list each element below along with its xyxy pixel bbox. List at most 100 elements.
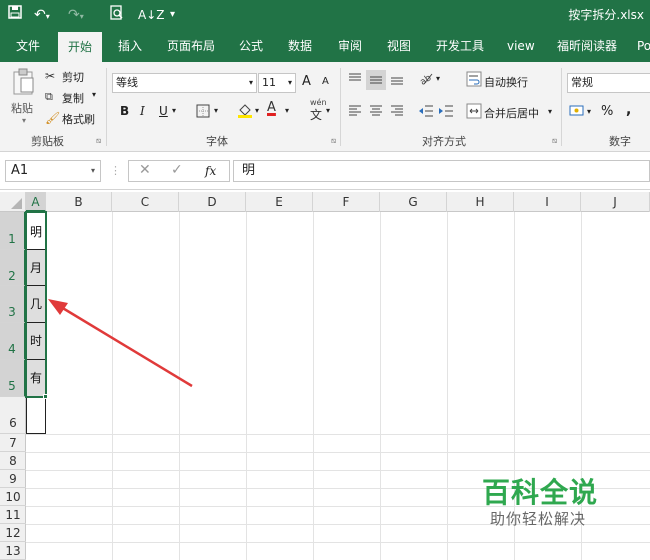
decrease-indent-icon[interactable] (418, 104, 434, 122)
formula-input[interactable]: 明 (233, 160, 650, 182)
row-header-11[interactable]: 11 (0, 506, 26, 524)
paste-icon[interactable] (12, 68, 36, 100)
paste-button[interactable]: 粘贴 (11, 100, 33, 116)
shrink-font-button[interactable]: A (322, 76, 329, 87)
column-header-i[interactable]: I (514, 192, 581, 212)
column-header-c[interactable]: C (112, 192, 179, 212)
underline-button[interactable]: U (159, 104, 168, 118)
tab-po[interactable]: Po (637, 30, 650, 62)
format-painter-button[interactable]: 格式刷 (62, 111, 95, 127)
row-header-8[interactable]: 8 (0, 452, 26, 470)
customize-icon[interactable]: ▾ (170, 5, 175, 25)
orientation-icon[interactable]: ab (418, 70, 434, 90)
italic-button[interactable]: I (140, 104, 145, 118)
cell-a6[interactable] (26, 397, 46, 434)
cell-a1[interactable]: 明 (26, 212, 46, 250)
cancel-icon[interactable]: ✕ (139, 162, 151, 178)
row-header-6[interactable]: 6 (0, 397, 26, 434)
tab-page-layout[interactable]: 页面布局 (167, 30, 215, 62)
wrap-text-icon[interactable] (466, 71, 482, 91)
column-header-j[interactable]: J (581, 192, 650, 212)
percent-button[interactable]: % (601, 104, 613, 119)
merge-center-button[interactable]: 合并后居中 (484, 105, 539, 121)
tab-review[interactable]: 审阅 (338, 30, 362, 62)
redo-icon[interactable]: ↷▾ (68, 5, 84, 27)
column-header-e[interactable]: E (246, 192, 313, 212)
row-header-13[interactable]: 13 (0, 542, 26, 560)
tab-file[interactable]: 文件 (16, 30, 40, 62)
align-right-icon[interactable] (390, 104, 404, 122)
column-header-d[interactable]: D (179, 192, 246, 212)
fill-handle[interactable] (43, 394, 48, 399)
merge-center-icon[interactable] (466, 103, 482, 123)
tab-data[interactable]: 数据 (288, 30, 312, 62)
copy-dropdown-icon[interactable]: ▾ (92, 90, 96, 99)
align-bottom-icon[interactable] (390, 72, 404, 90)
align-top-icon[interactable] (348, 72, 362, 90)
tab-formulas[interactable]: 公式 (239, 30, 263, 62)
row-header-12[interactable]: 12 (0, 524, 26, 542)
row-header-1[interactable]: 1 (0, 212, 26, 250)
borders-dropdown-icon[interactable]: ▾ (214, 106, 218, 115)
grow-font-button[interactable]: A (302, 74, 311, 89)
column-header-g[interactable]: G (380, 192, 447, 212)
tab-foxit-reader[interactable]: 福昕阅读器 (557, 30, 617, 62)
currency-dropdown-icon[interactable]: ▾ (587, 107, 591, 116)
fill-color-dropdown-icon[interactable]: ▾ (255, 106, 259, 115)
number-format-select[interactable]: 常规 (567, 73, 650, 93)
enter-icon[interactable]: ✓ (171, 162, 183, 178)
align-left-icon[interactable] (348, 104, 362, 122)
underline-dropdown-icon[interactable]: ▾ (172, 106, 176, 115)
font-name-select[interactable]: 等线 ▾ (112, 73, 257, 93)
format-painter-icon[interactable]: 🖌 (45, 110, 60, 126)
font-size-select[interactable]: 11 ▾ (258, 73, 296, 93)
increase-indent-icon[interactable] (438, 104, 454, 122)
row-header-3[interactable]: 3 (0, 286, 26, 323)
comma-button[interactable]: , (626, 102, 631, 118)
phonetic-dropdown-icon[interactable]: ▾ (326, 106, 330, 115)
tab-home[interactable]: 开始 (58, 32, 103, 62)
select-all-button[interactable] (0, 192, 26, 212)
tab-view[interactable]: 视图 (387, 30, 411, 62)
sort-icon[interactable]: A↓Z (138, 5, 164, 25)
undo-icon[interactable]: ↶▾ (34, 5, 50, 27)
tab-developer[interactable]: 开发工具 (436, 30, 484, 62)
row-header-9[interactable]: 9 (0, 470, 26, 488)
column-header-f[interactable]: F (313, 192, 380, 212)
row-header-7[interactable]: 7 (0, 434, 26, 452)
row-header-2[interactable]: 2 (0, 250, 26, 286)
cell-a2[interactable]: 月 (26, 250, 46, 286)
copy-button[interactable]: 复制 (62, 90, 84, 106)
column-header-b[interactable]: B (46, 192, 112, 212)
font-color-dropdown-icon[interactable]: ▾ (285, 106, 289, 115)
align-center-icon[interactable] (369, 104, 383, 122)
orientation-dropdown-icon[interactable]: ▾ (436, 74, 440, 83)
paste-dropdown-icon[interactable]: ▾ (22, 116, 26, 125)
save-icon[interactable] (8, 5, 22, 25)
name-box[interactable]: A1 ▾ (5, 160, 101, 182)
column-header-a[interactable]: A (26, 192, 46, 212)
cut-icon[interactable]: ✂ (45, 68, 55, 84)
copy-icon[interactable]: ⧉ (45, 89, 53, 105)
phonetic-guide-icon[interactable]: 文 (310, 107, 322, 123)
print-preview-icon[interactable] (110, 5, 124, 26)
clipboard-launcher-icon[interactable]: ⧅ (96, 136, 101, 146)
row-header-4[interactable]: 4 (0, 323, 26, 360)
merge-dropdown-icon[interactable]: ▾ (548, 107, 552, 116)
align-middle-icon[interactable] (366, 70, 386, 90)
tab-view-addin[interactable]: view (507, 30, 535, 62)
row-header-5[interactable]: 5 (0, 360, 26, 397)
wrap-text-button[interactable]: 自动换行 (484, 74, 528, 90)
row-header-10[interactable]: 10 (0, 488, 26, 506)
tab-insert[interactable]: 插入 (118, 30, 142, 62)
borders-icon[interactable] (196, 104, 210, 122)
bold-button[interactable]: B (120, 104, 129, 118)
currency-icon[interactable] (569, 103, 585, 121)
fill-color-icon[interactable] (237, 102, 253, 122)
insert-function-button[interactable]: fx (205, 163, 216, 179)
font-launcher-icon[interactable]: ⧅ (331, 136, 336, 146)
font-color-icon[interactable]: A (267, 100, 276, 116)
cut-button[interactable]: 剪切 (62, 69, 84, 85)
column-header-h[interactable]: H (447, 192, 514, 212)
alignment-launcher-icon[interactable]: ⧅ (552, 136, 557, 146)
